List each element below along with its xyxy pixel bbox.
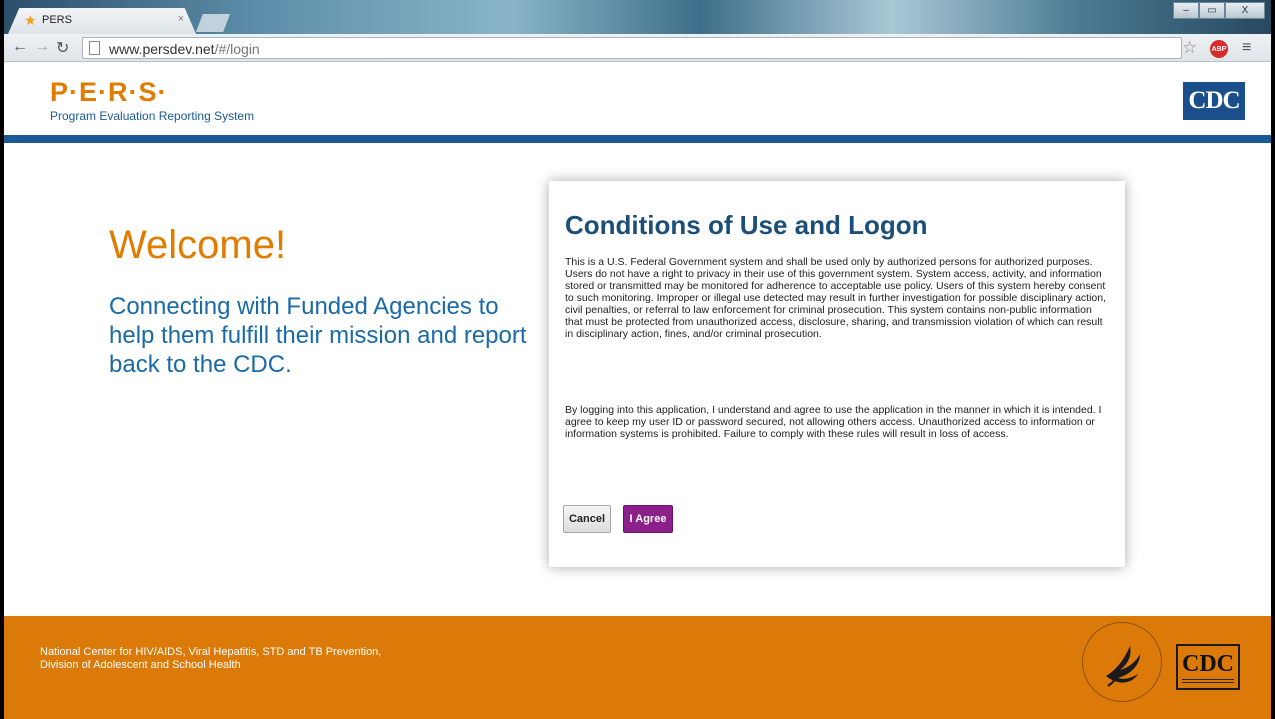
header-divider <box>4 135 1271 143</box>
page-icon <box>89 41 100 55</box>
site-footer: National Center for HIV/AIDS, Viral Hepa… <box>4 616 1271 719</box>
footer-cdc-logo: CDC <box>1176 644 1240 690</box>
page: P·E·R·S· Program Evaluation Reporting Sy… <box>4 63 1271 719</box>
browser-toolbar: ← → ↻ www.persdev.net/#/login ☆ ABP ≡ <box>4 34 1271 62</box>
hamburger-menu-icon[interactable]: ≡ <box>1242 39 1251 57</box>
back-arrow-icon[interactable]: ← <box>12 38 28 56</box>
tab-close-icon[interactable]: × <box>178 13 184 25</box>
site-header: P·E·R·S· Program Evaluation Reporting Sy… <box>4 63 1271 135</box>
conditions-paragraph-1: This is a U.S. Federal Government system… <box>565 256 1107 340</box>
pers-logo[interactable]: P·E·R·S· <box>50 77 168 108</box>
conditions-panel: Conditions of Use and Logon This is a U.… <box>549 181 1125 567</box>
conditions-paragraph-2: By logging into this application, I unde… <box>565 404 1102 440</box>
welcome-title: Welcome! <box>109 223 287 267</box>
cancel-button[interactable]: Cancel <box>563 505 611 533</box>
hhs-eagle-seal-icon <box>1082 622 1162 702</box>
url-host: www.persdev.net <box>109 41 215 57</box>
footer-line-2: Division of Adolescent and School Health <box>40 659 241 671</box>
close-window-button[interactable]: X <box>1225 2 1265 19</box>
adblock-plus-icon[interactable]: ABP <box>1210 40 1228 58</box>
welcome-tagline: Connecting with Funded Agencies to help … <box>109 293 527 378</box>
url-text: www.persdev.net/#/login <box>109 41 260 57</box>
footer-cdc-text: CDC <box>1182 651 1234 677</box>
title-bar: ★ PERS × – ▭ X <box>4 0 1271 34</box>
new-tab-button[interactable] <box>196 14 230 32</box>
bookmark-star-icon[interactable]: ☆ <box>1182 38 1197 58</box>
window-controls: – ▭ X <box>1173 2 1265 19</box>
footer-line-1: National Center for HIV/AIDS, Viral Hepa… <box>40 646 382 658</box>
footer-text: National Center for HIV/AIDS, Viral Hepa… <box>40 646 381 672</box>
star-icon: ★ <box>24 12 37 28</box>
browser-window: ★ PERS × – ▭ X ← → ↻ www.persdev.net/#/l… <box>4 0 1271 719</box>
conditions-title: Conditions of Use and Logon <box>565 210 928 240</box>
url-path: /#/login <box>214 41 260 57</box>
reload-icon[interactable]: ↻ <box>56 38 69 58</box>
forward-arrow-icon[interactable]: → <box>34 38 50 56</box>
minimize-button[interactable]: – <box>1173 2 1199 19</box>
pers-logo-subtitle: Program Evaluation Reporting System <box>50 109 255 123</box>
footer-cdc-tagline-lines <box>1182 679 1234 683</box>
tab-pers[interactable]: ★ PERS × <box>8 8 196 34</box>
address-bar[interactable]: www.persdev.net/#/login <box>82 37 1182 59</box>
cdc-logo: CDC <box>1183 82 1245 120</box>
agree-button[interactable]: I Agree <box>623 505 673 533</box>
tab-title: PERS <box>42 14 72 26</box>
maximize-button[interactable]: ▭ <box>1199 2 1225 19</box>
